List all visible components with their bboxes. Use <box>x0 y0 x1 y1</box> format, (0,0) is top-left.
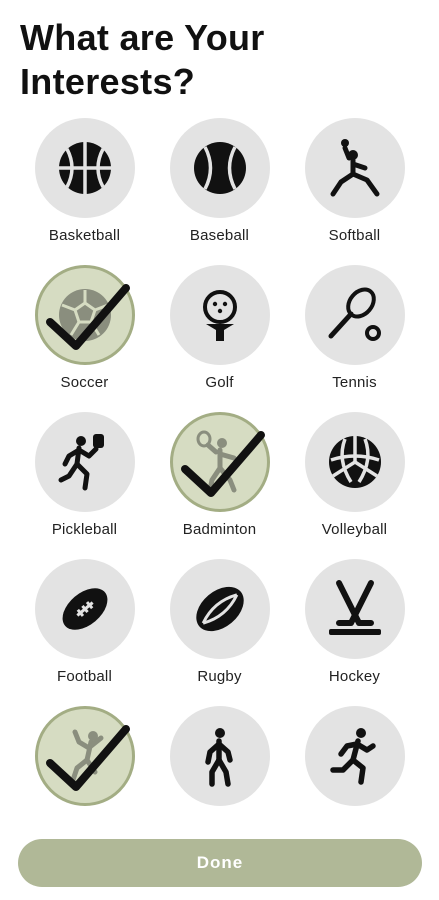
page-title-line-2: Interests? <box>20 61 196 102</box>
interest-icon-circle <box>304 118 405 218</box>
interest-tennis[interactable]: Tennis <box>287 265 422 392</box>
interest-volleyball[interactable]: Volleyball <box>287 412 422 539</box>
hockey-icon <box>328 580 381 635</box>
interest-rugby[interactable]: Rugby <box>152 559 287 686</box>
interest-label: Tennis <box>332 374 377 391</box>
interest-icon-circle <box>304 706 405 806</box>
interests-grid: Basketball Baseball Softball Soccer Golf… <box>0 118 439 833</box>
walking-icon <box>204 728 233 787</box>
interest-hockey[interactable]: Hockey <box>287 559 422 686</box>
interest-label: Soccer <box>60 374 109 391</box>
interest-icon-circle <box>169 265 270 365</box>
rugby-icon <box>195 586 244 632</box>
interest-climbing[interactable] <box>17 706 152 833</box>
interest-softball[interactable]: Softball <box>287 118 422 245</box>
checkmark-icon <box>180 431 265 497</box>
done-button[interactable]: Done <box>18 839 422 887</box>
interest-badminton[interactable]: Badminton <box>152 412 287 539</box>
interest-basketball[interactable]: Basketball <box>17 118 152 245</box>
softball-icon <box>330 139 379 197</box>
interest-walking[interactable] <box>152 706 287 833</box>
interest-icon-circle <box>34 265 135 365</box>
interest-golf[interactable]: Golf <box>152 265 287 392</box>
interest-label: Badminton <box>182 521 257 538</box>
interest-icon-circle <box>169 559 270 659</box>
interest-pickleball[interactable]: Pickleball <box>17 412 152 539</box>
interest-icon-circle <box>304 412 405 512</box>
page-title-line-1: What are Your <box>20 17 265 58</box>
interest-icon-circle <box>169 118 270 218</box>
interest-label: Hockey <box>328 668 381 685</box>
basketball-icon <box>58 142 111 194</box>
interest-icon-circle <box>169 706 270 806</box>
interest-icon-circle <box>304 265 405 365</box>
interest-label: Softball <box>328 227 381 244</box>
interest-running[interactable] <box>287 706 422 833</box>
volleyball-icon <box>328 436 381 488</box>
interest-football[interactable]: Football <box>17 559 152 686</box>
interest-icon-circle <box>34 559 135 659</box>
interest-label: Football <box>57 668 112 685</box>
interest-icon-circle <box>34 706 135 806</box>
checkmark-icon <box>45 725 130 791</box>
interest-label: Basketball <box>48 227 121 244</box>
page-title: What are Your Interests? <box>20 16 265 104</box>
interest-icon-circle <box>34 118 135 218</box>
interest-label: Baseball <box>189 227 250 244</box>
interest-soccer[interactable]: Soccer <box>17 265 152 392</box>
interest-icon-circle <box>169 412 270 512</box>
interest-label: Pickleball <box>51 521 118 538</box>
interest-label: Rugby <box>197 668 242 685</box>
interest-icon-circle <box>304 559 405 659</box>
checkmark-icon <box>45 284 130 350</box>
interest-icon-circle <box>34 412 135 512</box>
football-icon <box>62 588 107 630</box>
tennis-icon <box>328 287 381 341</box>
running-icon <box>329 728 376 785</box>
baseball-icon <box>193 142 246 194</box>
interest-label: Volleyball <box>321 521 388 538</box>
interest-label: Golf <box>205 374 234 391</box>
golf-icon <box>202 290 237 341</box>
pickleball-icon <box>58 434 104 491</box>
interest-baseball[interactable]: Baseball <box>152 118 287 245</box>
